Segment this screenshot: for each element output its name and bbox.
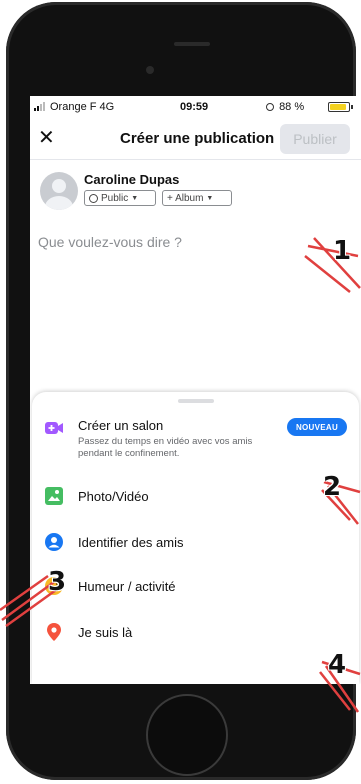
globe-icon (89, 193, 98, 203)
page-title: Créer une publication (120, 130, 275, 147)
photo-icon (45, 487, 63, 505)
close-icon[interactable]: ✕ (38, 128, 55, 148)
annotation-arrow-1 (304, 237, 361, 293)
option-subtitle: Passez du temps en vidéo avec vos amis p… (78, 436, 253, 459)
privacy-label: Public (101, 192, 129, 204)
option-tag-friends[interactable]: Identifier des amis (32, 530, 359, 558)
caret-down-icon: ▼ (206, 194, 214, 202)
header-divider (30, 159, 361, 160)
privacy-selector[interactable]: Public ▼ (84, 190, 156, 206)
tag-friends-icon (45, 533, 63, 551)
option-check-in[interactable]: Je suis là (32, 620, 359, 648)
option-feeling[interactable]: Humeur / activité (32, 574, 359, 602)
header: ✕ Créer une publication Publier (30, 118, 361, 160)
option-photo-video[interactable]: Photo/Vidéo (32, 484, 359, 512)
publish-button[interactable]: Publier (280, 124, 350, 154)
battery-tip (351, 105, 353, 109)
annotation-number-3: 3 (48, 567, 67, 597)
option-create-room[interactable]: Créer un salon Passez du temps en vidéo … (32, 412, 359, 468)
speaker-grille (174, 42, 210, 46)
signal-icon (34, 102, 45, 111)
annotation-number-1: 1 (333, 236, 352, 266)
status-time: 09:59 (180, 101, 209, 113)
home-button[interactable] (146, 694, 228, 776)
screen: Orange F 4G 09:59 88 % ✕ Créer une publi… (30, 96, 361, 684)
option-label: Humeur / activité (78, 579, 176, 594)
front-camera (146, 66, 154, 74)
option-label: Identifier des amis (78, 535, 184, 550)
annotation-number-2: 2 (323, 472, 342, 502)
battery-fill (330, 104, 346, 110)
author-name: Caroline Dupas (84, 172, 180, 187)
caret-down-icon: ▼ (131, 194, 139, 202)
album-selector[interactable]: + Album ▼ (162, 190, 232, 206)
new-badge: NOUVEAU (287, 418, 347, 436)
sheet-grabber[interactable] (178, 399, 214, 403)
option-label: Je suis là (78, 625, 133, 640)
battery-percent: 88 % (266, 101, 304, 113)
author-block: Caroline Dupas Public ▼ + Album ▼ (38, 170, 358, 210)
orientation-lock-icon (266, 103, 274, 111)
status-bar: Orange F 4G 09:59 88 % (30, 96, 361, 118)
composer-input[interactable]: Que voulez-vous dire ? (38, 234, 182, 250)
annotation-number-4: 4 (328, 650, 347, 680)
video-room-icon (45, 422, 63, 434)
album-label: + Album (167, 192, 204, 204)
options-sheet: Créer un salon Passez du temps en vidéo … (32, 392, 359, 684)
avatar[interactable] (40, 172, 78, 210)
carrier-label: Orange F 4G (50, 101, 115, 113)
option-label: Photo/Vidéo (78, 489, 149, 504)
option-label: Créer un salon (78, 418, 164, 433)
battery-icon (328, 102, 350, 112)
